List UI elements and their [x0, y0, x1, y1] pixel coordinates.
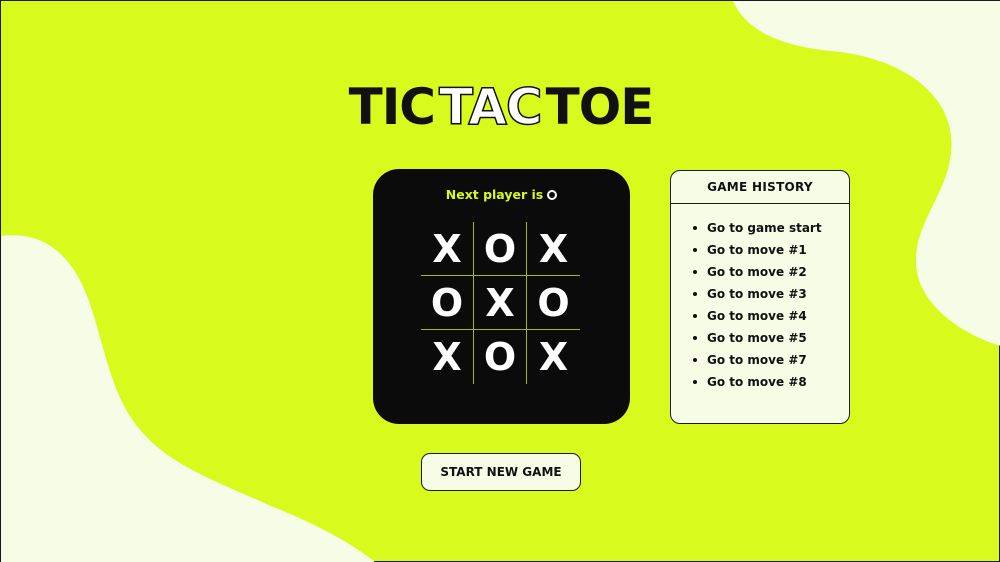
bottom-left-blob	[1, 235, 375, 562]
history-item-move-8[interactable]: Go to move #8	[693, 371, 849, 393]
start-new-game-button[interactable]: START NEW GAME	[421, 453, 581, 491]
board-cell-3[interactable]: X	[527, 222, 580, 276]
history-item-move-4[interactable]: Go to move #4	[693, 305, 849, 327]
title-word-toe: TOE	[545, 78, 655, 136]
board-cell-5[interactable]: X	[474, 276, 527, 330]
history-item-game-start[interactable]: Go to game start	[693, 217, 849, 239]
next-player-label: Next player is	[445, 187, 544, 202]
game-board-card: Next player is X O X O X O X O X	[373, 169, 630, 424]
history-list: Go to game start Go to move #1 Go to mov…	[671, 204, 849, 393]
board-cell-9[interactable]: X	[527, 330, 580, 384]
history-item-move-2[interactable]: Go to move #2	[693, 261, 849, 283]
history-item-move-1[interactable]: Go to move #1	[693, 239, 849, 261]
history-item-move-5[interactable]: Go to move #5	[693, 327, 849, 349]
game-grid: X O X O X O X O X	[421, 222, 582, 384]
history-item-move-3[interactable]: Go to move #3	[693, 283, 849, 305]
board-cell-4[interactable]: O	[421, 276, 474, 330]
title-word-tic: TIC	[348, 78, 436, 136]
game-history-panel: GAME HISTORY Go to game start Go to move…	[670, 170, 850, 424]
game-history-title: GAME HISTORY	[671, 171, 849, 204]
history-item-move-7[interactable]: Go to move #7	[693, 349, 849, 371]
title-word-tac: TAC	[438, 78, 543, 136]
next-player-o-icon	[547, 190, 558, 200]
board-cell-7[interactable]: X	[421, 330, 474, 384]
board-cell-8[interactable]: O	[474, 330, 527, 384]
board-cell-6[interactable]: O	[527, 276, 580, 330]
board-cell-1[interactable]: X	[421, 222, 474, 276]
game-title: TICTACTOE	[1, 78, 1000, 136]
board-cell-2[interactable]: O	[474, 222, 527, 276]
next-player-status: Next player is	[373, 187, 630, 202]
